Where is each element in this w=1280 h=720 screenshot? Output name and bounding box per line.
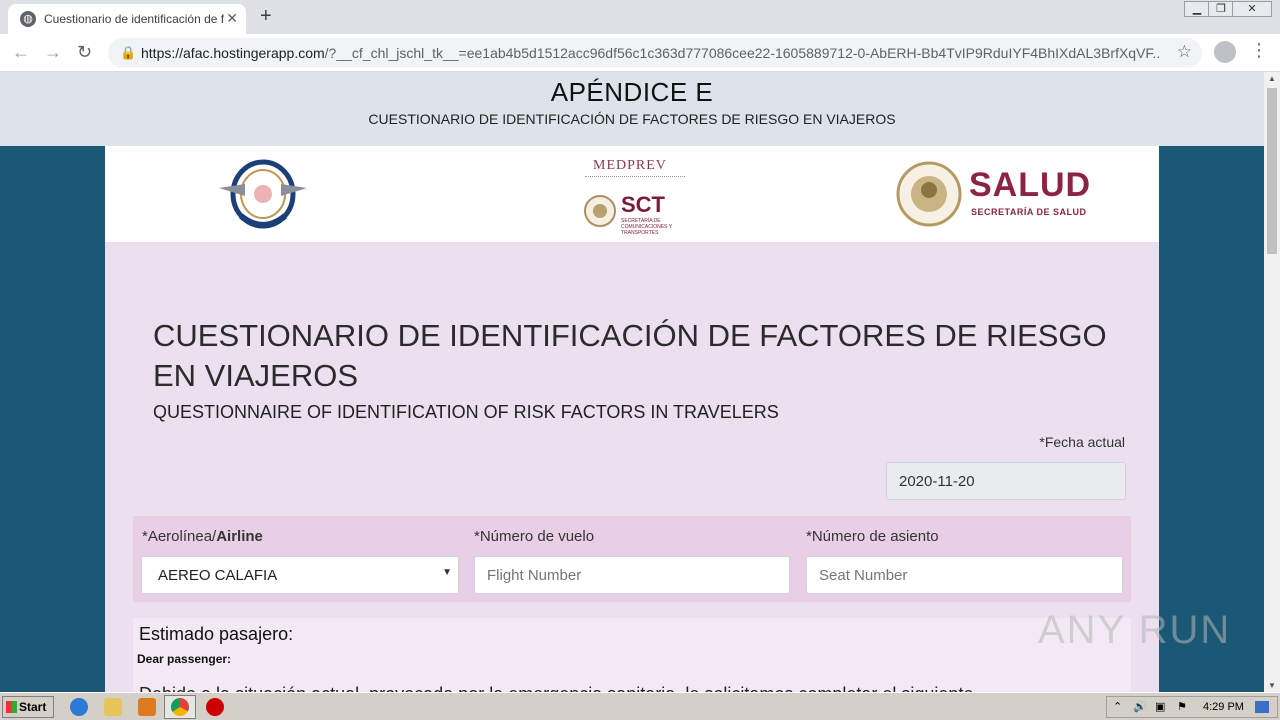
scroll-up-icon[interactable]: ▲ bbox=[1268, 74, 1276, 83]
taskbar: Start ⌃ 🔊 ▣ ⚑ 4:29 PM bbox=[0, 692, 1280, 720]
windows-flag-icon bbox=[6, 701, 17, 713]
form-title: CUESTIONARIO DE IDENTIFICACIÓN DE FACTOR… bbox=[153, 318, 1107, 393]
maximize-button[interactable]: ❐ bbox=[1208, 1, 1234, 17]
form-container: CUESTIONARIO DE IDENTIFICACIÓN DE FACTOR… bbox=[105, 242, 1159, 692]
chevron-down-icon: ▼ bbox=[442, 567, 452, 578]
salud-subtitle: SECRETARÍA DE SALUD bbox=[971, 207, 1087, 217]
profile-avatar-icon[interactable] bbox=[1214, 41, 1236, 63]
flight-number-label: *Número de vuelo bbox=[474, 528, 595, 545]
seat-number-label: *Número de asiento bbox=[806, 528, 939, 545]
flight-number-input[interactable]: Flight Number bbox=[474, 556, 790, 594]
browser-toolbar: ← → ↻ 🔒 https://afac.hostingerapp.com/?_… bbox=[0, 34, 1280, 72]
close-tab-icon[interactable]: ✕ bbox=[226, 10, 238, 27]
url-text[interactable]: https://afac.hostingerapp.com/?__cf_chl_… bbox=[141, 45, 1161, 61]
menu-dots-icon[interactable]: ⋮ bbox=[1250, 40, 1268, 61]
start-button[interactable]: Start bbox=[2, 696, 54, 718]
passenger-notice: Estimado pasajero: Dear passenger: Debid… bbox=[133, 618, 1131, 692]
scroll-down-icon[interactable]: ▼ bbox=[1268, 681, 1276, 690]
flight-info-row: *Aerolínea/Airline AEREO CALAFIA ▼ *Núme… bbox=[133, 516, 1131, 602]
scrollbar-thumb[interactable] bbox=[1267, 88, 1277, 254]
back-arrow-icon[interactable]: ← bbox=[12, 42, 30, 63]
date-input[interactable]: 2020-11-20 bbox=[886, 462, 1126, 500]
salud-logo: SALUD bbox=[969, 166, 1092, 204]
media-player-icon[interactable] bbox=[138, 698, 156, 716]
page-header: APÉNDICE E CUESTIONARIO DE IDENTIFICACIÓ… bbox=[0, 72, 1264, 146]
medprev-divider bbox=[585, 176, 685, 186]
vertical-scrollbar[interactable]: ▲ ▼ bbox=[1264, 72, 1280, 692]
warning-icon[interactable] bbox=[206, 698, 224, 716]
airline-label: *Aerolínea/Airline bbox=[142, 528, 263, 545]
sct-logo: SCT bbox=[621, 192, 665, 217]
airline-select[interactable]: AEREO CALAFIA ▼ bbox=[141, 556, 459, 594]
mexico-seal-icon bbox=[896, 161, 962, 227]
close-window-button[interactable]: ✕ bbox=[1232, 1, 1272, 17]
medprev-logo: MEDPREV bbox=[593, 158, 667, 173]
page-subtitle: CUESTIONARIO DE IDENTIFICACIÓN DE FACTOR… bbox=[368, 111, 896, 127]
passenger-subtitle: Dear passenger: bbox=[137, 652, 232, 666]
new-tab-button[interactable]: + bbox=[260, 5, 272, 28]
passenger-title: Estimado pasajero: bbox=[139, 624, 294, 644]
passenger-text: Debido a la situación actual, provocada … bbox=[139, 684, 973, 692]
browser-tab[interactable]: ◍ Cuestionario de identificación de fact… bbox=[8, 4, 246, 34]
ie-icon[interactable] bbox=[70, 698, 88, 716]
lock-icon[interactable]: 🔒 bbox=[120, 45, 136, 61]
tray-expand-icon[interactable]: ⌃ bbox=[1113, 700, 1122, 713]
form-subtitle: QUESTIONNAIRE OF IDENTIFICATION OF RISK … bbox=[153, 402, 779, 422]
address-bar[interactable]: 🔒 https://afac.hostingerapp.com/?__cf_ch… bbox=[108, 38, 1202, 68]
date-label: *Fecha actual bbox=[1039, 434, 1125, 450]
chrome-taskbar-button[interactable] bbox=[164, 695, 196, 719]
volume-icon[interactable]: 🔊 bbox=[1133, 700, 1147, 713]
system-tray: ⌃ 🔊 ▣ ⚑ 4:29 PM bbox=[1106, 696, 1278, 718]
tab-title: Cuestionario de identificación de fact bbox=[44, 12, 224, 26]
show-desktop-icon[interactable] bbox=[1255, 701, 1269, 713]
afac-logo bbox=[219, 159, 307, 229]
logo-strip: MEDPREV SCT SECRETARÍA DE COMUNICACIONES… bbox=[105, 146, 1159, 242]
minimize-button[interactable]: ▁ bbox=[1184, 1, 1210, 17]
flag-icon[interactable]: ⚑ bbox=[1177, 700, 1187, 713]
forward-arrow-icon[interactable]: → bbox=[44, 42, 62, 63]
seat-number-input[interactable]: Seat Number bbox=[806, 556, 1123, 594]
mexico-seal-icon bbox=[584, 195, 616, 227]
clock[interactable]: 4:29 PM bbox=[1203, 701, 1244, 713]
page-title: APÉNDICE E bbox=[550, 77, 714, 107]
tab-bar: ◍ Cuestionario de identificación de fact… bbox=[0, 0, 1280, 34]
reload-icon[interactable]: ↻ bbox=[77, 42, 92, 63]
bookmark-star-icon[interactable]: ☆ bbox=[1177, 42, 1192, 62]
sct-subtitle: SECRETARÍA DE COMUNICACIONES Y TRANSPORT… bbox=[621, 218, 672, 236]
chrome-icon bbox=[171, 698, 189, 716]
globe-icon: ◍ bbox=[20, 11, 36, 27]
network-icon[interactable]: ▣ bbox=[1155, 700, 1165, 713]
anyrun-watermark: ANY RUN bbox=[1038, 608, 1232, 652]
folder-icon[interactable] bbox=[104, 698, 122, 716]
page-viewport: APÉNDICE E CUESTIONARIO DE IDENTIFICACIÓ… bbox=[0, 72, 1264, 692]
